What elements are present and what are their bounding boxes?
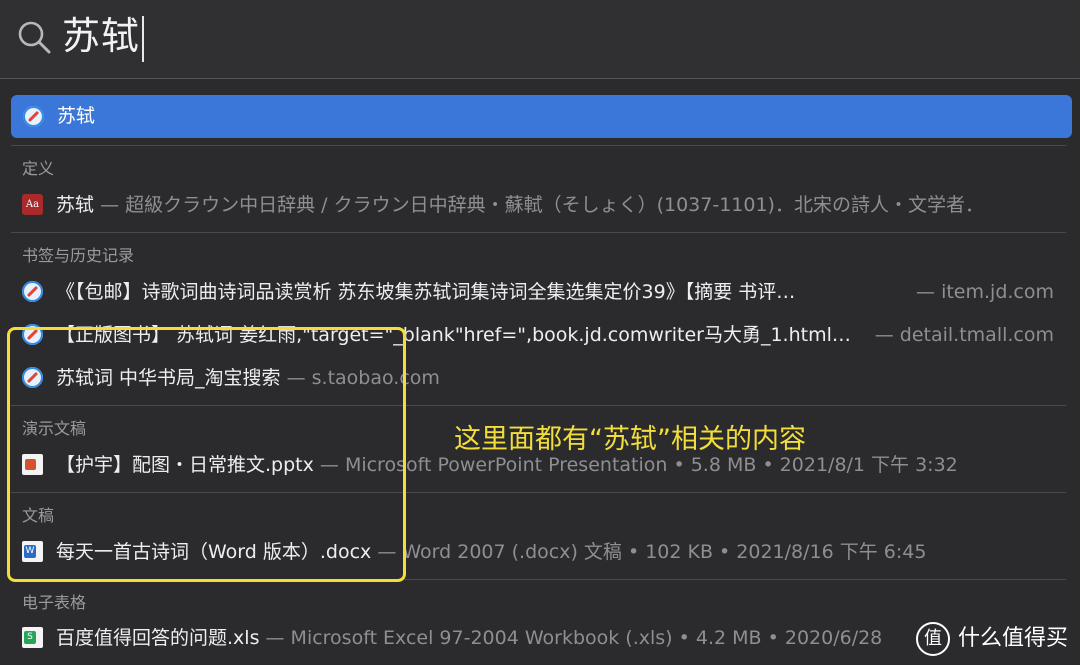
result-meta: — Microsoft Excel 97-2004 Workbook (.xls… <box>259 627 883 649</box>
watermark-text: 什么值得买 <box>957 626 1068 651</box>
section-header-definition: 定义 <box>22 159 55 178</box>
section-header-bookmarks: 书签与历史记录 <box>22 246 135 265</box>
result-row-definition[interactable]: Aa 苏轼 — 超級クラウン中日辞典 / クラウン日中辞典・蘇軾（そしょく）(1… <box>22 185 1062 225</box>
result-meta: — 超級クラウン中日辞典 / クラウン日中辞典・蘇軾（そしょく）(1037-11… <box>100 194 984 216</box>
search-query: 苏轼 <box>62 14 141 58</box>
result-meta: — Word 2007 (.docx) 文稿 • 102 KB • 2021/8… <box>371 541 927 563</box>
dictionary-icon: Aa <box>22 194 43 215</box>
text-caret <box>142 15 145 62</box>
result-domain: — detail.tmall.com <box>874 324 1054 346</box>
search-input[interactable]: 苏轼 <box>62 8 145 64</box>
result-row-bookmark[interactable]: 《【包邮】诗歌词曲诗词品读赏析 苏东坡集苏轼词集诗词全集选集定价39》【摘要 书… <box>22 272 1062 312</box>
result-domain: — item.jd.com <box>916 281 1054 303</box>
result-title: 百度值得回答的问题.xls — Microsoft Excel 97-2004 … <box>56 627 883 649</box>
watermark-logo-icon: 值 <box>915 622 950 656</box>
result-meta: — Microsoft PowerPoint Presentation • 5.… <box>313 454 958 476</box>
result-row-spreadsheet[interactable]: 百度值得回答的问题.xls — Microsoft Excel 97-2004 … <box>22 618 1062 658</box>
result-title: 苏轼 — 超級クラウン中日辞典 / クラウン日中辞典・蘇軾（そしょく）(1037… <box>56 194 984 216</box>
divider <box>11 145 1066 146</box>
divider <box>11 232 1066 233</box>
safari-icon <box>23 106 44 127</box>
annotation-text: 这里面都有“苏轼”相关的内容 <box>454 424 806 455</box>
watermark: 值什么值得买 <box>915 621 1068 657</box>
result-title: 《【包邮】诗歌词曲诗词品读赏析 苏东坡集苏轼词集诗词全集选集定价39》【摘要 书… <box>56 281 796 303</box>
spotlight-search-bar: 苏轼 <box>0 0 1080 79</box>
excel-file-icon <box>22 627 43 648</box>
search-icon <box>18 21 51 54</box>
top-hit-result[interactable]: 苏轼 <box>11 95 1072 138</box>
section-header-spreadsheets: 电子表格 <box>22 593 87 612</box>
safari-icon <box>22 281 43 302</box>
top-hit-label: 苏轼 <box>57 105 96 127</box>
annotation-highlight-box <box>7 327 406 582</box>
